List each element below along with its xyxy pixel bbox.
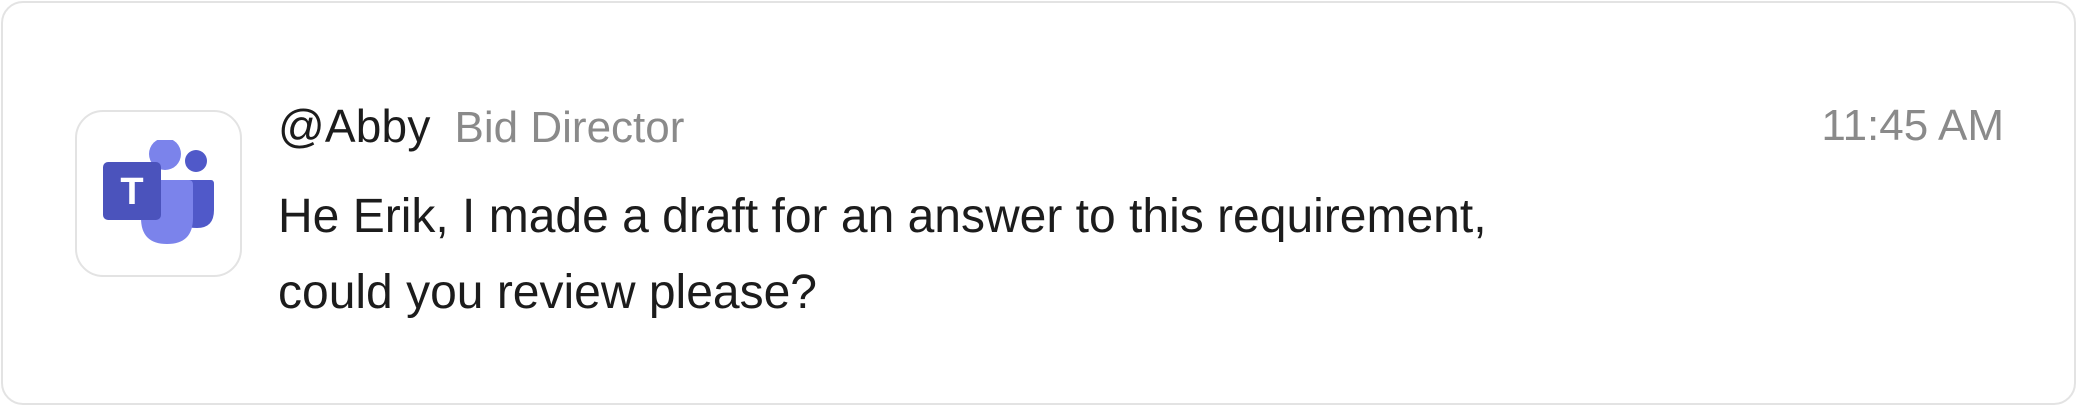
teams-letter: T <box>120 171 143 213</box>
message-line: could you review please? <box>278 266 817 319</box>
sender-role: Bid Director <box>454 103 685 152</box>
message-line: He Erik, I made a draft for an answer to… <box>278 190 1487 243</box>
app-avatar: T <box>75 110 242 277</box>
message-body: He Erik, I made a draft for an answer to… <box>278 179 1678 331</box>
microsoft-teams-icon: T <box>103 140 214 244</box>
sender-name[interactable]: @Abby <box>278 99 431 153</box>
message-header: @Abby Bid Director <box>278 99 684 159</box>
message-timestamp: 11:45 AM <box>1821 101 2004 150</box>
message-card: T @Abby Bid Director 11:45 AM He Erik, I… <box>1 1 2076 405</box>
